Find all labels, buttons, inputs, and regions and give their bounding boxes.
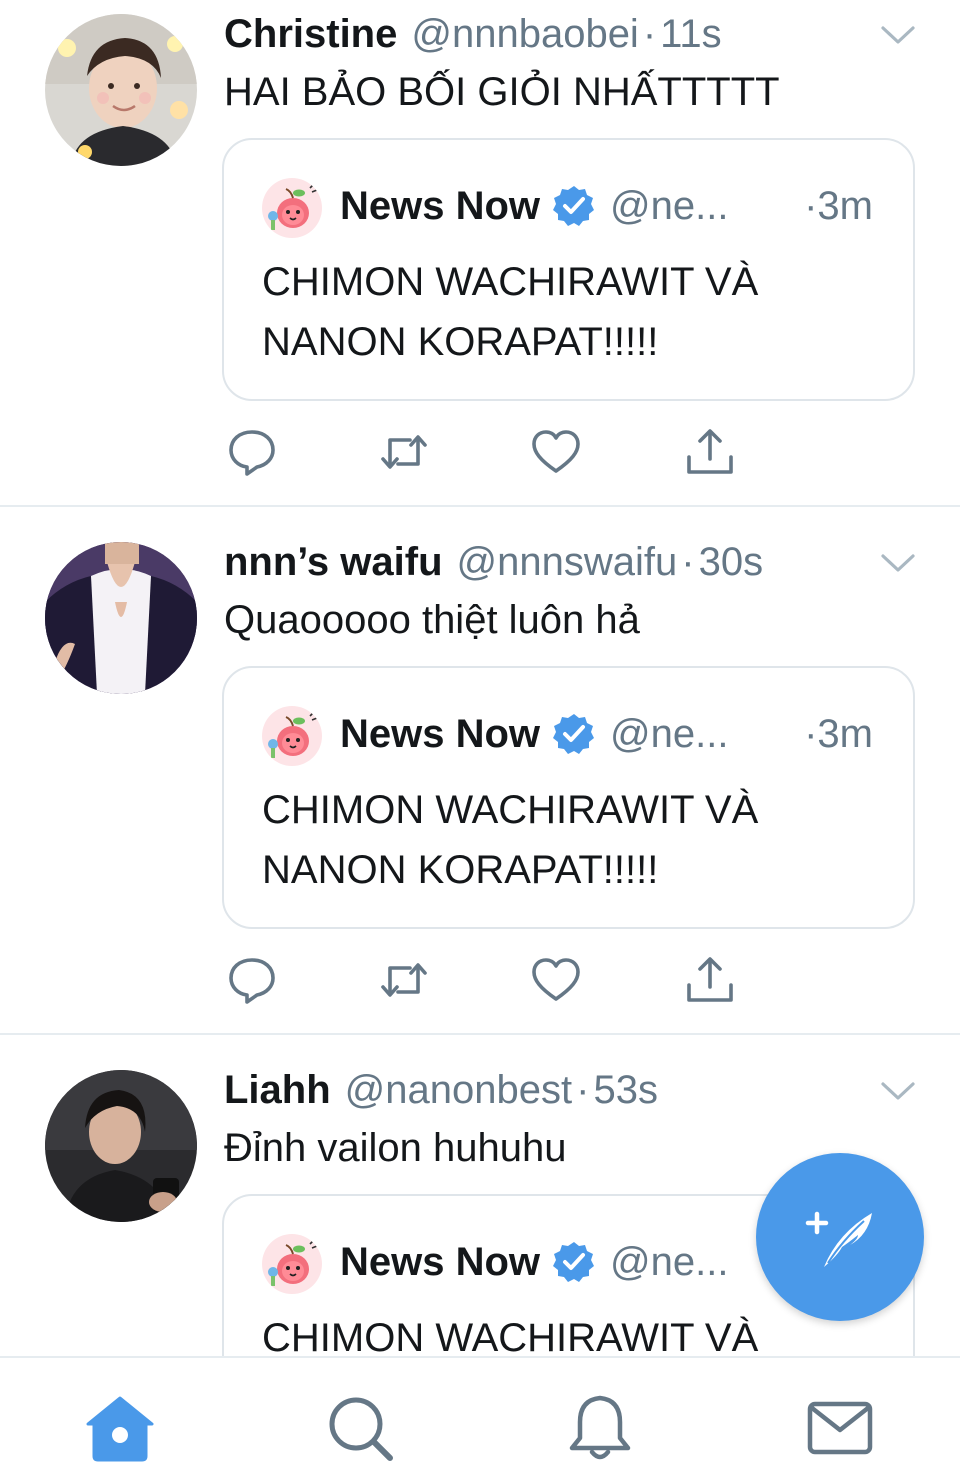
- timestamp: 30s: [698, 540, 764, 584]
- quoted-tweet-text: CHIMON WACHIRAWIT VÀ: [262, 1316, 759, 1356]
- like-icon[interactable]: [528, 952, 584, 1008]
- quoted-tweet-text: CHIMON WACHIRAWIT VÀ NANON KORAPAT!!!!!: [262, 788, 759, 892]
- username: @ne...: [610, 711, 729, 756]
- verified-badge-icon: [552, 712, 596, 756]
- quoted-tweet-header: News Now @ne...: [340, 1238, 728, 1286]
- compose-tweet-icon: [805, 1211, 872, 1267]
- tweet[interactable]: nnn’s waifu @nnnswaifu · 30s Quaooooo th…: [0, 506, 960, 1034]
- separator: ·: [681, 540, 695, 584]
- bottom-tab-bar: [0, 1356, 960, 1481]
- tab-search[interactable]: [324, 1392, 396, 1464]
- tweet-text: Đỉnh vailon huhuhu: [224, 1126, 567, 1170]
- tweet-text: HAI BẢO BỐI GIỎI NHẤTTTTT: [224, 70, 780, 114]
- timestamp: 53s: [593, 1068, 658, 1112]
- display-name: News Now: [340, 183, 541, 228]
- tweet-text: Quaooooo thiệt luôn hả: [224, 598, 640, 642]
- tab-messages[interactable]: [804, 1392, 876, 1464]
- share-icon[interactable]: [682, 424, 738, 480]
- separator: ·: [642, 12, 657, 56]
- verified-badge-icon: [552, 184, 596, 228]
- tab-notifications[interactable]: [564, 1392, 636, 1464]
- timeline-feed[interactable]: Christine @nnnbaobei · 11s HAI BẢO BỐI G…: [0, 0, 960, 1356]
- like-icon[interactable]: [528, 424, 584, 480]
- timestamp: 11s: [660, 12, 722, 56]
- messages-icon: [807, 1401, 873, 1455]
- avatar[interactable]: [45, 542, 197, 694]
- notifications-icon: [569, 1395, 631, 1460]
- display-name[interactable]: nnn’s waifu: [224, 540, 443, 585]
- chevron-down-icon[interactable]: [880, 552, 916, 574]
- timestamp: ·3m: [804, 184, 873, 228]
- verified-badge-icon: [552, 1240, 596, 1284]
- tweet-header: nnn’s waifu @nnnswaifu · 30s: [224, 540, 763, 586]
- username: @ne...: [610, 1239, 729, 1284]
- quoted-tweet-header: News Now @ne...: [340, 182, 728, 230]
- username[interactable]: @nnnswaifu: [457, 540, 678, 585]
- avatar: [262, 1234, 322, 1294]
- chevron-down-icon[interactable]: [880, 1080, 916, 1102]
- display-name[interactable]: Christine: [224, 12, 397, 57]
- tweet[interactable]: Christine @nnnbaobei · 11s HAI BẢO BỐI G…: [0, 0, 960, 506]
- home-icon: [86, 1396, 154, 1462]
- separator: ·: [576, 1068, 590, 1112]
- tab-home[interactable]: [84, 1392, 156, 1464]
- compose-tweet-button[interactable]: [756, 1153, 924, 1321]
- timestamp: ·3m: [804, 712, 873, 756]
- tweet-actions: [224, 952, 744, 1008]
- quoted-tweet-text: CHIMON WACHIRAWIT VÀ NANON KORAPAT!!!!!: [262, 260, 759, 364]
- tweet-actions: [224, 424, 744, 480]
- tweet-header: Liahh @nanonbest · 53s: [224, 1068, 658, 1114]
- quoted-tweet[interactable]: News Now @ne... ·3m CHIMON WACHIRAWIT VÀ…: [222, 666, 915, 929]
- retweet-icon[interactable]: [376, 424, 432, 480]
- display-name: News Now: [340, 711, 541, 756]
- display-name[interactable]: Liahh: [224, 1068, 331, 1113]
- avatar: [262, 706, 322, 766]
- username: @ne...: [610, 183, 729, 228]
- username[interactable]: @nanonbest: [345, 1068, 572, 1113]
- reply-icon[interactable]: [224, 424, 280, 480]
- quoted-tweet-header: News Now @ne...: [340, 710, 728, 758]
- reply-icon[interactable]: [224, 952, 280, 1008]
- tweet-header: Christine @nnnbaobei · 11s: [224, 12, 722, 58]
- display-name: News Now: [340, 1239, 541, 1284]
- search-icon: [329, 1397, 393, 1461]
- avatar[interactable]: [45, 14, 197, 166]
- retweet-icon[interactable]: [376, 952, 432, 1008]
- chevron-down-icon[interactable]: [880, 24, 916, 46]
- username[interactable]: @nnnbaobei: [411, 12, 638, 57]
- avatar[interactable]: [45, 1070, 197, 1222]
- share-icon[interactable]: [682, 952, 738, 1008]
- quoted-tweet[interactable]: News Now @ne... ·3m CHIMON WACHIRAWIT VÀ…: [222, 138, 915, 401]
- avatar: [262, 178, 322, 238]
